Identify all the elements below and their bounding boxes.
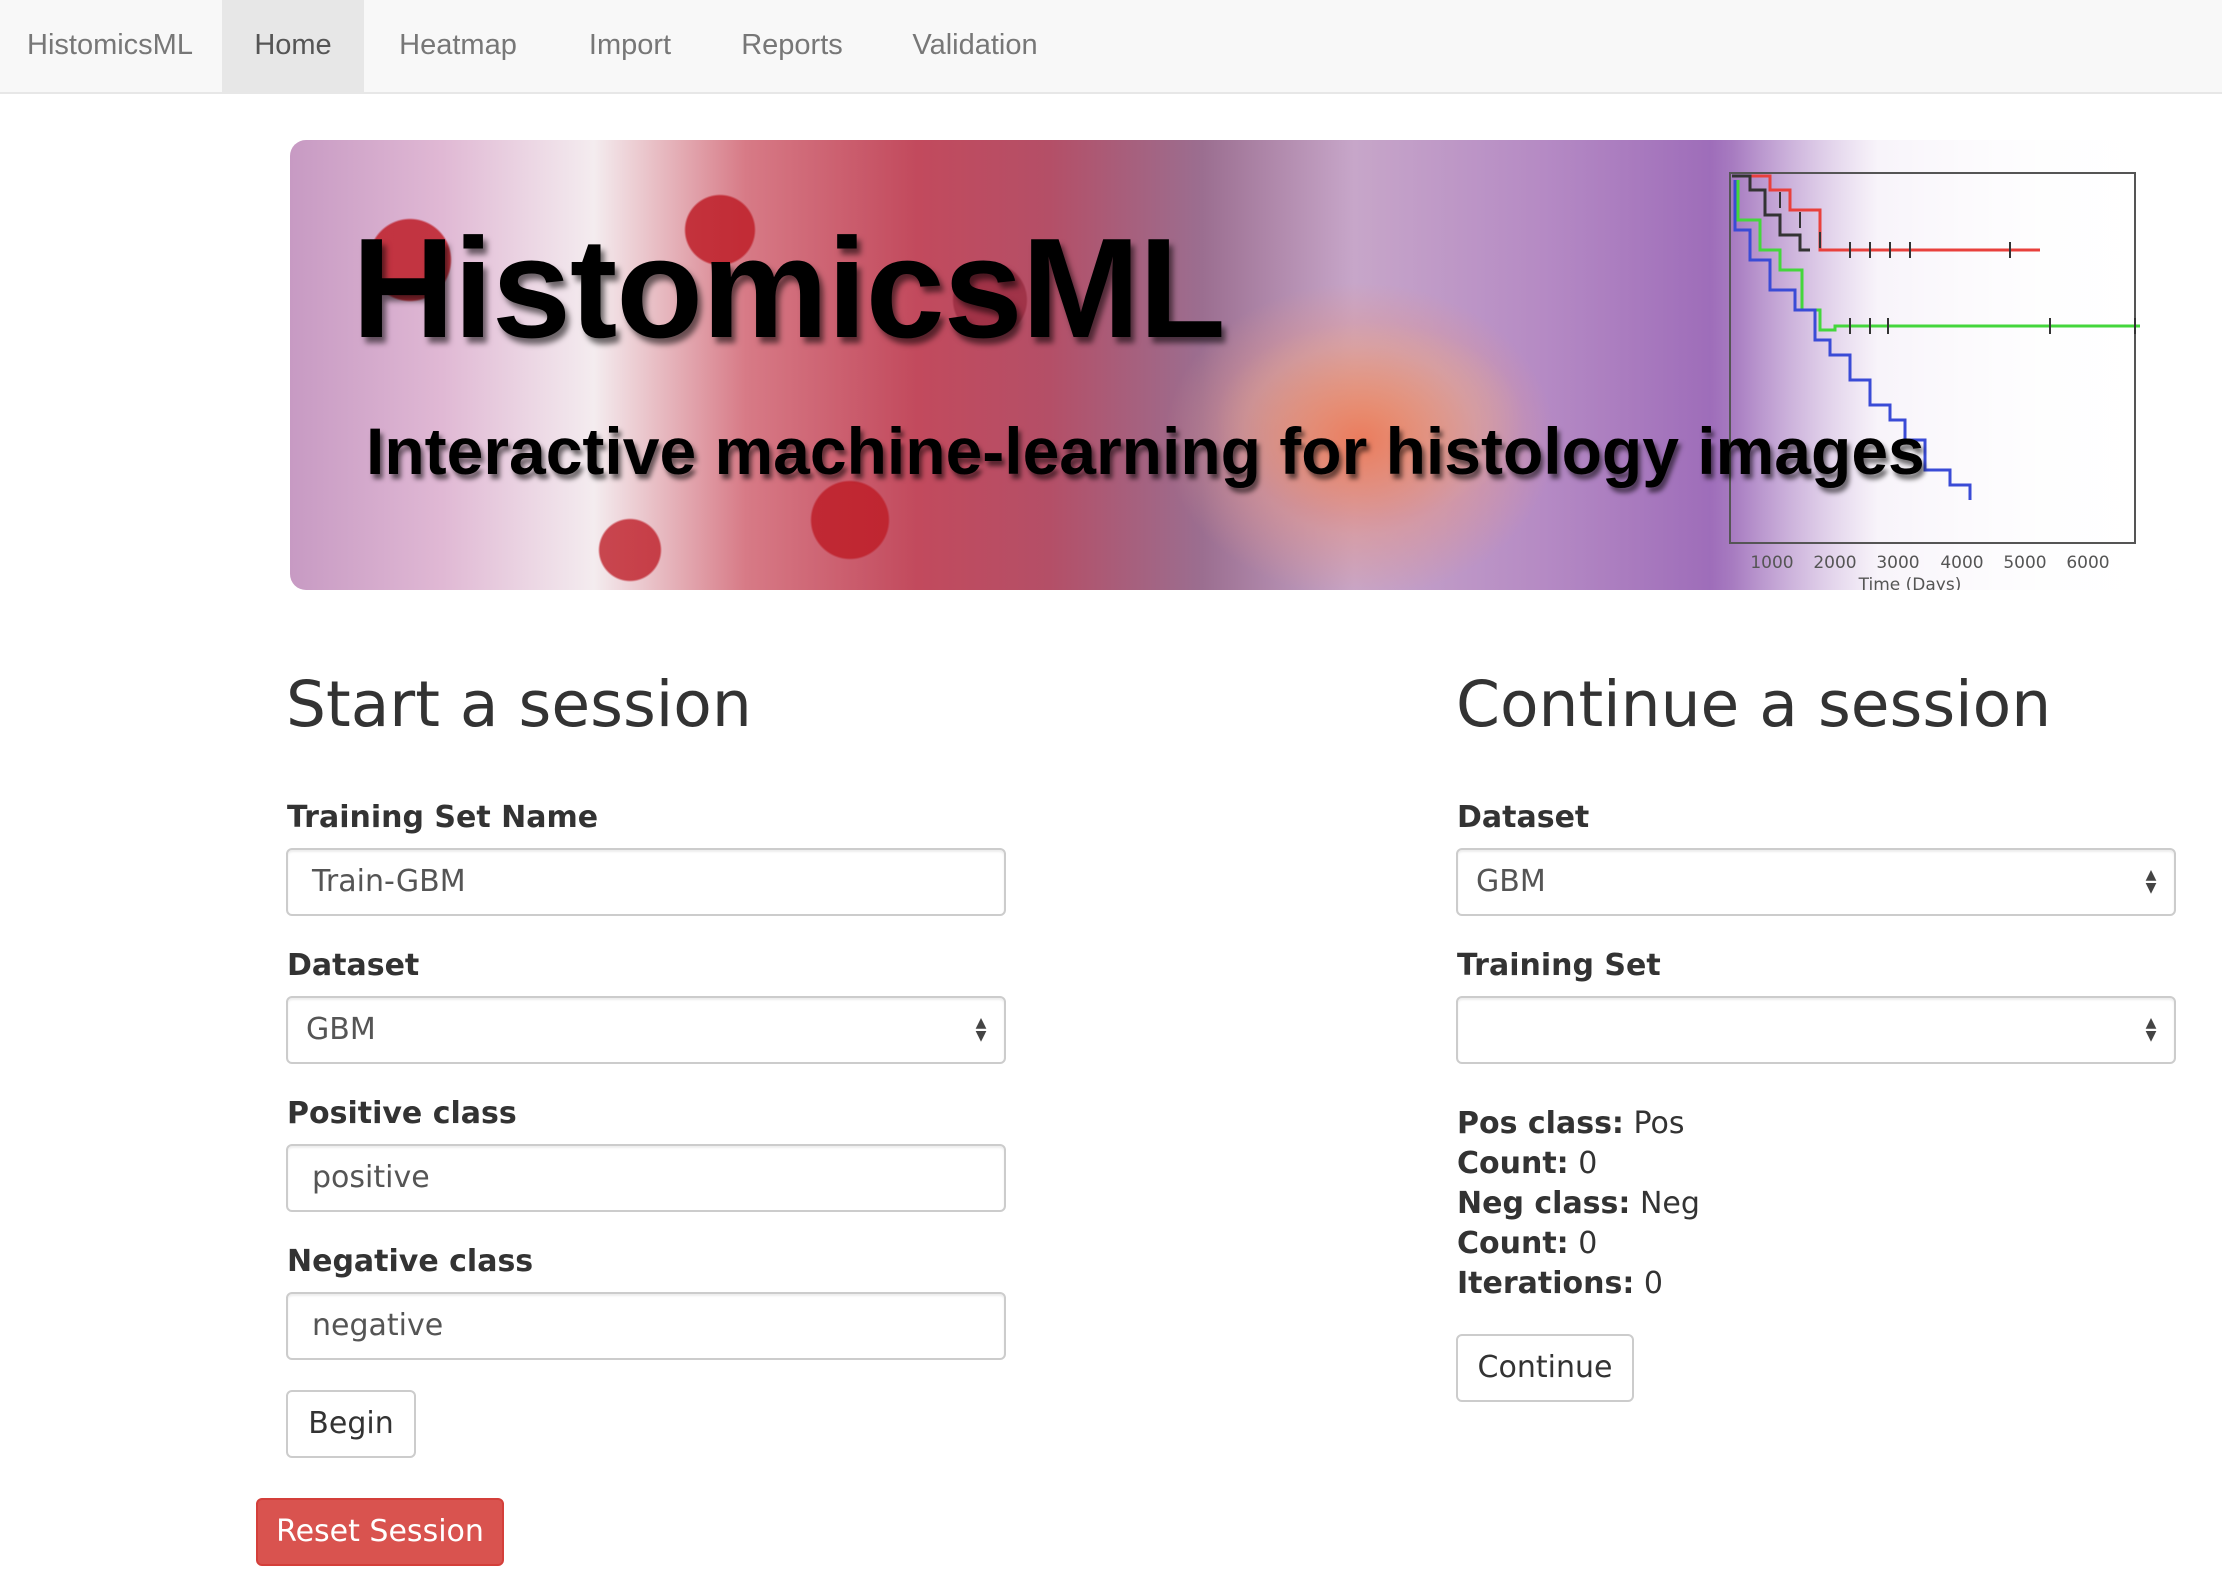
pos-class-value: Pos [1633,1106,1685,1141]
top-navbar: HistomicsML Home Heatmap Import Reports … [0,0,2222,94]
pos-class-key: Pos class: [1457,1106,1624,1141]
plot-x-tick: 3000 [1876,553,1919,573]
plot-x-tick: 1000 [1750,553,1793,573]
training-set-name-input[interactable]: Train-GBM [286,848,1006,916]
iterations-key: Iterations: [1457,1266,1635,1301]
continue-button[interactable]: Continue [1456,1334,1634,1402]
select-arrows-icon: ▲ ▼ [2145,1015,2157,1044]
neg-count-key: Count: [1457,1226,1569,1261]
training-set-name-label: Training Set Name [287,800,599,835]
training-set-select[interactable]: ▲ ▼ [1456,996,2176,1064]
neg-class-key: Neg class: [1457,1186,1631,1221]
start-session-heading: Start a session [286,668,752,741]
hero-banner: 1000 2000 3000 4000 5000 6000 Time (Days… [290,140,2190,590]
select-arrows-icon: ▲ ▼ [2145,867,2157,896]
iterations-value: 0 [1643,1266,1663,1301]
select-arrows-icon: ▲ ▼ [975,1015,987,1044]
positive-class-label: Positive class [287,1096,517,1131]
nav-tab-heatmap[interactable]: Heatmap [364,0,552,94]
positive-class-input[interactable]: positive [286,1144,1006,1212]
training-set-label: Training Set [1457,948,1661,983]
nav-tab-home[interactable]: Home [222,0,364,94]
pos-count-key: Count: [1457,1146,1569,1181]
start-dataset-select[interactable]: GBM ▲ ▼ [286,996,1006,1064]
survival-plot-graphic: 1000 2000 3000 4000 5000 6000 Time (Days… [1710,140,2190,590]
continue-dataset-select[interactable]: GBM ▲ ▼ [1456,848,2176,916]
reset-session-button[interactable]: Reset Session [256,1498,504,1566]
pos-count-info: Count: 0 [1457,1146,1597,1181]
neg-class-info: Neg class: Neg [1457,1186,1700,1221]
continue-dataset-value: GBM [1476,864,1546,899]
continue-dataset-label: Dataset [1457,800,1590,835]
banner-subtitle: Interactive machine-learning for histolo… [366,414,1925,488]
nav-tab-import[interactable]: Import [552,0,708,94]
plot-x-tick: 2000 [1813,553,1856,573]
nav-tab-reports[interactable]: Reports [708,0,876,94]
iterations-info: Iterations: 0 [1457,1266,1663,1301]
pos-count-value: 0 [1578,1146,1598,1181]
start-dataset-value: GBM [306,1012,376,1047]
negative-class-input[interactable]: negative [286,1292,1006,1360]
plot-x-tick: 6000 [2066,553,2109,573]
navbar-brand[interactable]: HistomicsML [0,0,220,94]
neg-count-value: 0 [1578,1226,1598,1261]
banner-title: HistomicsML [352,209,1226,368]
negative-class-label: Negative class [287,1244,534,1279]
continue-session-heading: Continue a session [1456,668,2052,741]
neg-count-info: Count: 0 [1457,1226,1597,1261]
begin-button[interactable]: Begin [286,1390,416,1458]
start-dataset-label: Dataset [287,948,420,983]
plot-x-tick: 5000 [2003,553,2046,573]
nav-tab-validation[interactable]: Validation [876,0,1074,94]
pos-class-info: Pos class: Pos [1457,1106,1684,1141]
plot-x-tick: 4000 [1940,553,1983,573]
plot-x-label: Time (Days) [1858,575,1962,590]
neg-class-value: Neg [1639,1186,1700,1221]
